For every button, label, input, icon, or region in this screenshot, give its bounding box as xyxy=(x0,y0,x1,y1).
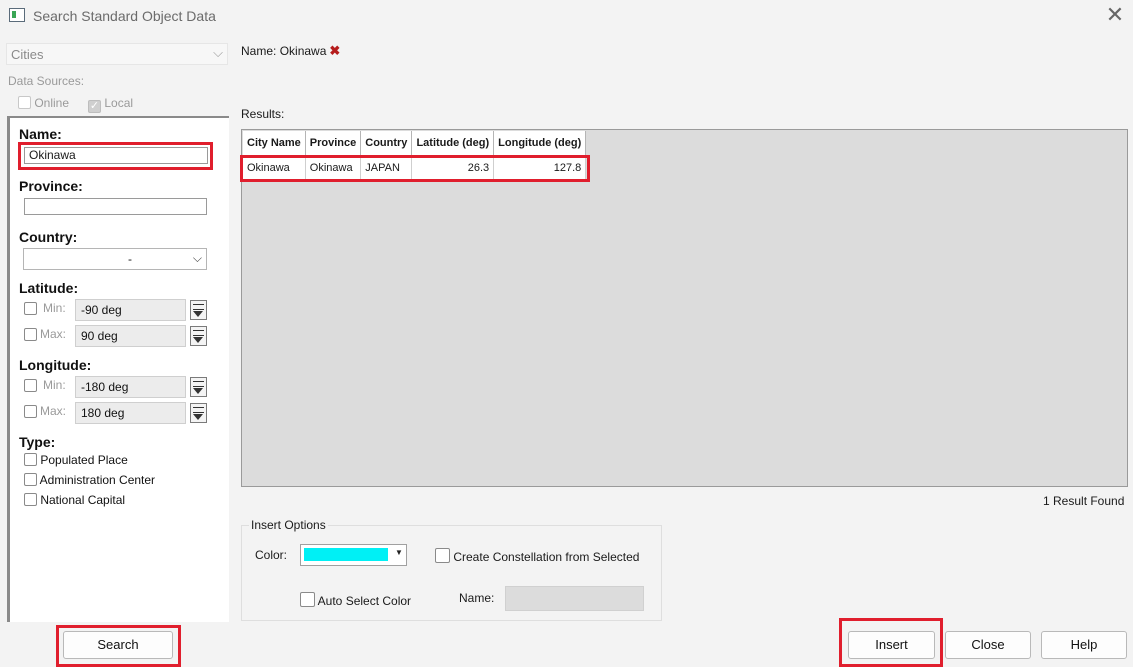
type-label: Type: xyxy=(19,434,56,450)
latitude-min-checkbox[interactable] xyxy=(24,302,37,315)
longitude-min-checkbox[interactable] xyxy=(24,379,37,392)
insert-options-title: Insert Options xyxy=(249,518,328,532)
national-capital-label: National Capital xyxy=(40,493,126,507)
local-label: Local xyxy=(104,96,134,110)
province-label: Province: xyxy=(19,178,83,194)
insert-button[interactable]: Insert xyxy=(848,631,935,659)
color-swatch xyxy=(304,548,388,561)
dropdown-arrow-icon: ▼ xyxy=(395,548,403,557)
criteria-prefix: Name: xyxy=(241,44,277,58)
longitude-max-label: Max: xyxy=(40,404,67,418)
search-criteria: Name: Okinawa ✖ xyxy=(241,43,340,59)
latitude-min-spin-icon[interactable] xyxy=(190,300,207,320)
results-table: City Name Province Country Latitude (deg… xyxy=(243,131,587,180)
type-national-capital[interactable]: National Capital xyxy=(24,493,125,507)
cell-latitude: 26.3 xyxy=(411,155,495,180)
auto-select-color-label: Auto Select Color xyxy=(317,594,412,608)
close-window-icon[interactable]: ✕ xyxy=(1104,3,1126,27)
constellation-name-field[interactable] xyxy=(505,586,644,611)
longitude-max-checkbox[interactable] xyxy=(24,405,37,418)
latitude-min-label: Min: xyxy=(43,301,66,315)
online-checkbox[interactable] xyxy=(18,96,31,109)
latitude-max-field[interactable]: 90 deg xyxy=(75,325,186,347)
latitude-max-checkbox[interactable] xyxy=(24,328,37,341)
data-sources-label: Data Sources: xyxy=(8,74,85,88)
country-value: - xyxy=(128,252,132,266)
close-button[interactable]: Close xyxy=(945,631,1031,659)
data-source-online[interactable]: Online xyxy=(18,96,69,110)
auto-select-color-checkbox[interactable] xyxy=(300,592,315,607)
longitude-min-label: Min: xyxy=(43,378,66,392)
administration-center-checkbox[interactable] xyxy=(24,473,37,486)
longitude-max-field[interactable]: 180 deg xyxy=(75,402,186,424)
results-grid: City Name Province Country Latitude (deg… xyxy=(241,129,1128,487)
results-label: Results: xyxy=(241,107,285,121)
criteria-value: Okinawa xyxy=(279,44,327,58)
latitude-max-label: Max: xyxy=(40,327,67,341)
national-capital-checkbox[interactable] xyxy=(24,493,37,506)
latitude-label: Latitude: xyxy=(19,280,79,296)
column-header-province[interactable]: Province xyxy=(305,131,362,156)
type-administration-center[interactable]: Administration Center xyxy=(24,473,155,487)
results-count: 1 Result Found xyxy=(1043,494,1125,508)
chevron-down-icon: ⌵ xyxy=(192,251,202,265)
column-header-latitude[interactable]: Latitude (deg) xyxy=(411,131,495,156)
latitude-min-field[interactable]: -90 deg xyxy=(75,299,186,321)
category-value: Cities xyxy=(11,47,44,62)
populated-place-label: Populated Place xyxy=(40,453,128,467)
administration-center-label: Administration Center xyxy=(39,473,156,487)
country-dropdown[interactable]: - ⌵ xyxy=(23,248,207,270)
column-header-longitude[interactable]: Longitude (deg) xyxy=(493,131,587,156)
app-icon xyxy=(9,8,25,22)
country-label: Country: xyxy=(19,229,78,245)
local-checkbox[interactable]: ✓ xyxy=(88,100,101,113)
category-select[interactable]: Cities ⌵ xyxy=(6,43,228,65)
window-title: Search Standard Object Data xyxy=(33,8,216,24)
province-input[interactable] xyxy=(24,198,207,215)
create-constellation-label: Create Constellation from Selected xyxy=(453,550,640,564)
online-label: Online xyxy=(34,96,70,110)
create-constellation-checkbox[interactable] xyxy=(435,548,450,563)
name-input[interactable]: Okinawa xyxy=(24,147,208,164)
longitude-max-spin-icon[interactable] xyxy=(190,403,207,423)
table-row[interactable]: Okinawa Okinawa JAPAN 26.3 127.8 xyxy=(243,155,587,180)
latitude-max-spin-icon[interactable] xyxy=(190,326,207,346)
cell-city-name: Okinawa xyxy=(243,155,306,180)
search-button[interactable]: Search xyxy=(63,631,173,659)
longitude-min-spin-icon[interactable] xyxy=(190,377,207,397)
longitude-min-field[interactable]: -180 deg xyxy=(75,376,186,398)
data-source-local[interactable]: ✓ Local xyxy=(88,96,133,113)
populated-place-checkbox[interactable] xyxy=(24,453,37,466)
name-label: Name: xyxy=(19,126,62,142)
create-constellation-option[interactable]: Create Constellation from Selected xyxy=(435,548,639,564)
cell-longitude: 127.8 xyxy=(493,155,587,180)
help-button[interactable]: Help xyxy=(1041,631,1127,659)
remove-criteria-icon[interactable]: ✖ xyxy=(329,43,340,58)
color-label: Color: xyxy=(255,548,288,562)
column-header-country[interactable]: Country xyxy=(360,131,413,156)
type-populated-place[interactable]: Populated Place xyxy=(24,453,128,467)
column-header-city-name[interactable]: City Name xyxy=(243,131,306,156)
chevron-down-icon: ⌵ xyxy=(213,45,223,60)
constellation-name-label: Name: xyxy=(459,591,495,605)
cell-country: JAPAN xyxy=(360,155,413,180)
cell-province: Okinawa xyxy=(305,155,362,180)
longitude-label: Longitude: xyxy=(19,357,92,373)
auto-select-color-option[interactable]: Auto Select Color xyxy=(300,592,411,608)
